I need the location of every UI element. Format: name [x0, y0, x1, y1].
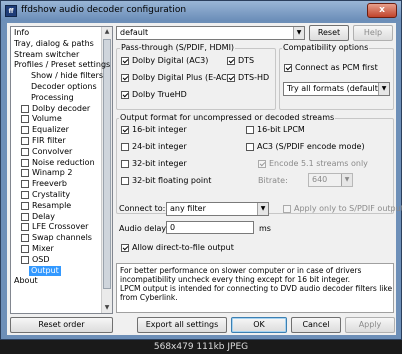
- compatibility-group-title: Compatibility options: [282, 43, 370, 52]
- connect-to-label: Connect to:: [119, 204, 166, 213]
- export-all-settings-button[interactable]: Export all settings: [137, 317, 227, 333]
- ffdshow-app-icon: ff: [5, 5, 17, 17]
- bitrate-value: 640: [312, 175, 328, 184]
- tree-item[interactable]: Tray, dialog & paths: [14, 39, 94, 49]
- scrollbar-thumb[interactable]: [103, 39, 111, 289]
- tree-item-label: Dolby decoder: [32, 103, 91, 113]
- tree-item-label: Delay: [32, 211, 55, 221]
- info-text-box: For better performance on slower compute…: [116, 263, 394, 313]
- connect-to-value: any filter: [170, 204, 206, 213]
- chevron-down-icon[interactable]: ▼: [257, 203, 268, 215]
- tree-item[interactable]: Stream switcher: [14, 50, 79, 60]
- info-line: incompatibility uncheck every thing exce…: [120, 275, 351, 284]
- tree-item-label: Volume: [32, 114, 62, 124]
- connect-to-select[interactable]: any filter ▼: [166, 202, 269, 216]
- scroll-up-icon[interactable]: ▲: [102, 27, 112, 37]
- bitrate-select[interactable]: 640 ▼: [308, 173, 353, 187]
- chevron-down-icon[interactable]: ▼: [293, 27, 304, 39]
- tree-item-label: Noise reduction: [32, 157, 95, 167]
- tree-item[interactable]: Show / hide filters: [31, 71, 103, 81]
- tree-item[interactable]: Profiles / Preset settings: [14, 60, 110, 70]
- tree-item[interactable]: Output: [29, 265, 61, 276]
- tree-item-checkbox[interactable]: [21, 234, 29, 243]
- scroll-down-icon[interactable]: ▼: [102, 303, 112, 313]
- tree-item-label: Stream switcher: [14, 49, 80, 59]
- formats-select-value: Try all formats (default): [287, 84, 381, 93]
- title-bar[interactable]: ff ffdshow audio decoder configuration x: [1, 1, 401, 21]
- reset-order-button[interactable]: Reset order: [10, 317, 113, 333]
- tree-item-label: Crystality: [32, 190, 71, 199]
- preset-select[interactable]: default ▼: [116, 26, 305, 40]
- tree-item-label: Equalizer: [32, 125, 69, 135]
- tree-item-label: About: [14, 276, 38, 286]
- tree-item-label: Resample: [32, 200, 72, 210]
- ok-button[interactable]: OK: [231, 317, 287, 333]
- tree-item[interactable]: Info: [14, 28, 29, 38]
- tree-item[interactable]: Decoder options: [31, 82, 97, 92]
- tree-item-checkbox[interactable]: [21, 201, 29, 210]
- tree-item-checkbox[interactable]: [21, 115, 29, 124]
- audio-delay-input[interactable]: 0: [166, 221, 254, 234]
- tree-item-checkbox[interactable]: [21, 223, 29, 232]
- tree-item-label: Winamp 2: [32, 168, 73, 178]
- tree-item[interactable]: About: [14, 276, 38, 286]
- tree-item-checkbox[interactable]: [21, 245, 29, 253]
- window-title: ffdshow audio decoder configuration: [21, 5, 187, 15]
- tree-item-checkbox[interactable]: [21, 158, 29, 167]
- chevron-down-icon[interactable]: ▼: [378, 83, 389, 95]
- tree-item-label: Convolver: [32, 146, 73, 156]
- tree-item-label: Tray, dialog & paths: [14, 38, 94, 48]
- audio-delay-label: Audio delay:: [119, 224, 169, 233]
- passthrough-group-title: Pass-through (S/PDIF, HDMI): [120, 43, 236, 52]
- cancel-button[interactable]: Cancel: [291, 317, 341, 333]
- tree-item-checkbox[interactable]: [21, 126, 29, 135]
- reset-preset-button[interactable]: Reset: [309, 25, 349, 41]
- formats-select[interactable]: Try all formats (default) ▼: [283, 82, 390, 96]
- dialog-client-area: ▲ ▼ Info Tray, dialog & paths Stream switc…: [7, 23, 402, 335]
- preset-select-value: default: [120, 28, 149, 37]
- audio-delay-unit: ms: [259, 224, 271, 233]
- tree-item-checkbox[interactable]: [21, 169, 29, 178]
- apply-button[interactable]: Apply: [345, 317, 395, 333]
- tree-item-label: Mixer: [32, 244, 54, 253]
- tree-item-label: Freeverb: [32, 179, 67, 189]
- bitrate-label: Bitrate:: [258, 176, 288, 185]
- tree-item-label: LFE Crossover: [32, 222, 89, 232]
- info-line: LPCM output is intended for connecting t…: [120, 284, 394, 293]
- dialog-window: ff ffdshow audio decoder configuration x…: [0, 0, 402, 340]
- info-line: from Cyberlink.: [120, 293, 178, 302]
- tree-item-checkbox[interactable]: [21, 147, 29, 156]
- chevron-down-icon[interactable]: ▼: [341, 174, 352, 186]
- output-format-group-title: Output format for uncompressed or decode…: [119, 113, 336, 122]
- tree-item[interactable]: Processing: [31, 93, 74, 103]
- tree-item-label: OSD: [32, 254, 50, 264]
- tree-item-label: Info: [14, 28, 30, 37]
- tree-item-label: Processing: [31, 92, 74, 102]
- info-line: For better performance on slower compute…: [120, 266, 362, 275]
- help-button[interactable]: Help: [353, 25, 393, 41]
- tree-item-label: Output: [31, 265, 59, 275]
- settings-tree[interactable]: ▲ ▼ Info Tray, dialog & paths Stream switc…: [10, 26, 113, 314]
- tree-item-checkbox[interactable]: [21, 212, 29, 221]
- image-info-bar: 568x479 111kb JPEG: [0, 340, 402, 354]
- tree-item-label: Profiles / Preset settings: [14, 60, 111, 70]
- compatibility-group: [279, 48, 394, 110]
- tree-item-label: Decoder options: [31, 82, 97, 91]
- tree-item-checkbox[interactable]: [21, 104, 29, 113]
- tree-item-checkbox[interactable]: [21, 137, 29, 145]
- close-button[interactable]: x: [367, 3, 397, 18]
- tree-item-label: Show / hide filters: [31, 71, 103, 81]
- tree-item-checkbox[interactable]: [21, 191, 29, 199]
- tree-item-label: Swap channels: [32, 233, 92, 243]
- tree-item-checkbox[interactable]: [21, 180, 29, 189]
- tree-item-checkbox[interactable]: [21, 255, 29, 264]
- tree-item-label: FIR filter: [32, 136, 66, 145]
